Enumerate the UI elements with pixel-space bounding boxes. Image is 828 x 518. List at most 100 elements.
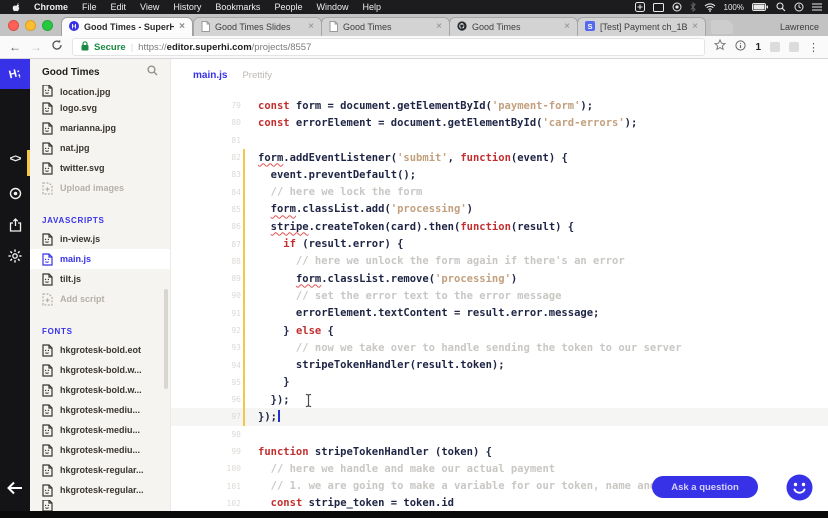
bookmark-star-icon[interactable] [714,38,726,56]
extension-icon-dim[interactable] [770,42,780,52]
code-line[interactable]: 92 } else { [171,322,828,339]
clock-icon[interactable] [794,2,804,12]
info-extension-icon[interactable] [735,38,746,56]
code-line[interactable]: 79const form = document.getElementById('… [171,97,828,114]
code-line[interactable]: 99function stripeTokenHandler (token) { [171,443,828,460]
sidebar-scrollbar[interactable] [164,289,168,389]
file-icon [42,122,53,135]
browser-tab[interactable]: S[Test] Payment ch_1BPyR6IW× [577,17,706,36]
code-line[interactable]: 88 // here we unlock the form again if t… [171,253,828,270]
menu-app-name[interactable]: Chrome [27,2,75,12]
menu-window[interactable]: Window [309,2,355,12]
close-tab-icon[interactable]: × [308,22,314,32]
upload-images-button[interactable]: Upload images [30,178,170,198]
add-script-button[interactable]: Add script [30,289,170,309]
menu-view[interactable]: View [133,2,166,12]
sidebar-font-item[interactable]: hkgrotesk-bold.w... [30,360,170,380]
status-plus-icon[interactable] [635,2,645,12]
sidebar-font-item[interactable]: hkgrotesk-regular... [30,460,170,480]
password-extension-icon[interactable]: 1 [755,42,761,53]
menu-edit[interactable]: Edit [104,2,134,12]
code-editor[interactable]: main.js Prettify 79const form = document… [170,59,828,518]
code-line[interactable]: 90 // set the error text to the error me… [171,287,828,304]
menu-people[interactable]: People [267,2,309,12]
spotlight-search-icon[interactable] [776,2,786,12]
close-tab-icon[interactable]: × [179,22,185,32]
editor-file-tab[interactable]: main.js [193,70,227,81]
menu-bookmarks[interactable]: Bookmarks [208,2,267,12]
close-tab-icon[interactable]: × [564,22,570,32]
settings-gear-icon[interactable] [0,249,30,263]
code-line[interactable]: 83 event.preventDefault(); [171,166,828,183]
sidebar-font-item[interactable]: hkgrotesk-mediu... [30,420,170,440]
code-line[interactable]: 94 stripeTokenHandler(result.token); [171,356,828,373]
wifi-icon[interactable] [704,3,716,12]
file-label: twitter.svg [60,163,105,173]
apple-menu-icon[interactable] [6,2,27,13]
screen-record-icon[interactable] [672,2,682,12]
new-tab-button[interactable] [711,20,733,34]
browser-tab[interactable]: Good Times Slides× [193,17,322,36]
code-line[interactable]: 91 errorElement.textContent = result.err… [171,305,828,322]
search-icon[interactable] [147,63,158,81]
code-line[interactable]: 86 stripe.createToken(card).then(functio… [171,218,828,235]
code-line[interactable]: 95 } [171,374,828,391]
sidebar-font-item[interactable]: hkgrotesk-regular... [30,480,170,500]
browser-menu-icon[interactable]: ⋮ [808,41,819,54]
window-icon[interactable] [653,3,664,12]
sidebar-item-in-view-js[interactable]: in-view.js [30,229,170,249]
help-smiley-icon[interactable] [786,474,813,506]
share-upload-icon[interactable] [0,218,30,232]
sidebar-item-tilt-js[interactable]: tilt.js [30,269,170,289]
prettify-button[interactable]: Prettify [242,70,272,81]
code-line[interactable]: 89 form.classList.remove('processing') [171,270,828,287]
code-line[interactable]: 96 }); [171,391,828,408]
ask-question-button[interactable]: Ask a question [652,476,758,498]
close-tab-icon[interactable]: × [692,22,698,32]
browser-tab[interactable]: Good Times× [449,17,578,36]
menu-history[interactable]: History [166,2,208,12]
back-arrow-icon[interactable] [0,481,30,495]
sidebar-item-marianna-jpg[interactable]: marianna.jpg [30,118,170,138]
code-line[interactable]: 85 form.classList.add('processing') [171,201,828,218]
bluetooth-icon[interactable] [690,2,696,12]
superhi-logo[interactable]: H; [0,59,30,89]
back-button[interactable]: ← [9,41,21,53]
code-line[interactable]: 100 // here we handle and make our actua… [171,460,828,477]
extension-icon-dim[interactable] [789,42,799,52]
sidebar-item-location-jpg[interactable]: location.jpg [30,85,170,98]
battery-icon[interactable] [752,3,768,11]
code-line[interactable]: 93 // now we take over to handle sending… [171,339,828,356]
close-tab-icon[interactable]: × [436,22,442,32]
code-line[interactable]: 82form.addEventListener('submit', functi… [171,149,828,166]
reload-button[interactable] [51,38,63,56]
zoom-window-button[interactable] [42,20,53,31]
code-line[interactable]: 84 // here we lock the form [171,183,828,200]
browser-tab[interactable]: Good Times× [321,17,450,36]
preview-eye-icon[interactable] [0,187,30,200]
menu-file[interactable]: File [75,2,104,12]
minimize-window-button[interactable] [25,20,36,31]
sidebar-font-item[interactable]: hkgrotesk-mediu... [30,400,170,420]
browser-tab[interactable]: HGood Times - SuperHi× [61,17,193,36]
browser-profile-name[interactable]: Lawrence [780,22,819,32]
sidebar-item-nat-jpg[interactable]: nat.jpg [30,138,170,158]
code-line[interactable]: 98 [171,426,828,443]
code-editor-icon[interactable]: <> [0,153,30,165]
sidebar-item-main-js[interactable]: main.js [30,249,170,269]
code-line[interactable]: 97}); [171,408,828,425]
sidebar-font-item[interactable]: hkgrotesk-bold.w... [30,380,170,400]
code-line[interactable]: 87 if (result.error) { [171,235,828,252]
code-area[interactable]: 79const form = document.getElementById('… [171,91,828,512]
code-line[interactable]: 80const errorElement = document.getEleme… [171,114,828,131]
code-line[interactable]: 81 [171,132,828,149]
secure-lock-icon[interactable] [81,41,89,54]
sidebar-font-item[interactable]: hkgrotesk-mediu... [30,440,170,460]
sidebar-item-logo-svg[interactable]: logo.svg [30,98,170,118]
menu-help[interactable]: Help [355,2,388,12]
close-window-button[interactable] [8,20,19,31]
sidebar-item-twitter-svg[interactable]: twitter.svg [30,158,170,178]
address-bar[interactable]: Secure | https://editor.superhi.com/proj… [72,38,705,56]
notification-center-icon[interactable] [812,3,822,11]
sidebar-font-item[interactable]: hkgrotesk-bold.eot [30,340,170,360]
